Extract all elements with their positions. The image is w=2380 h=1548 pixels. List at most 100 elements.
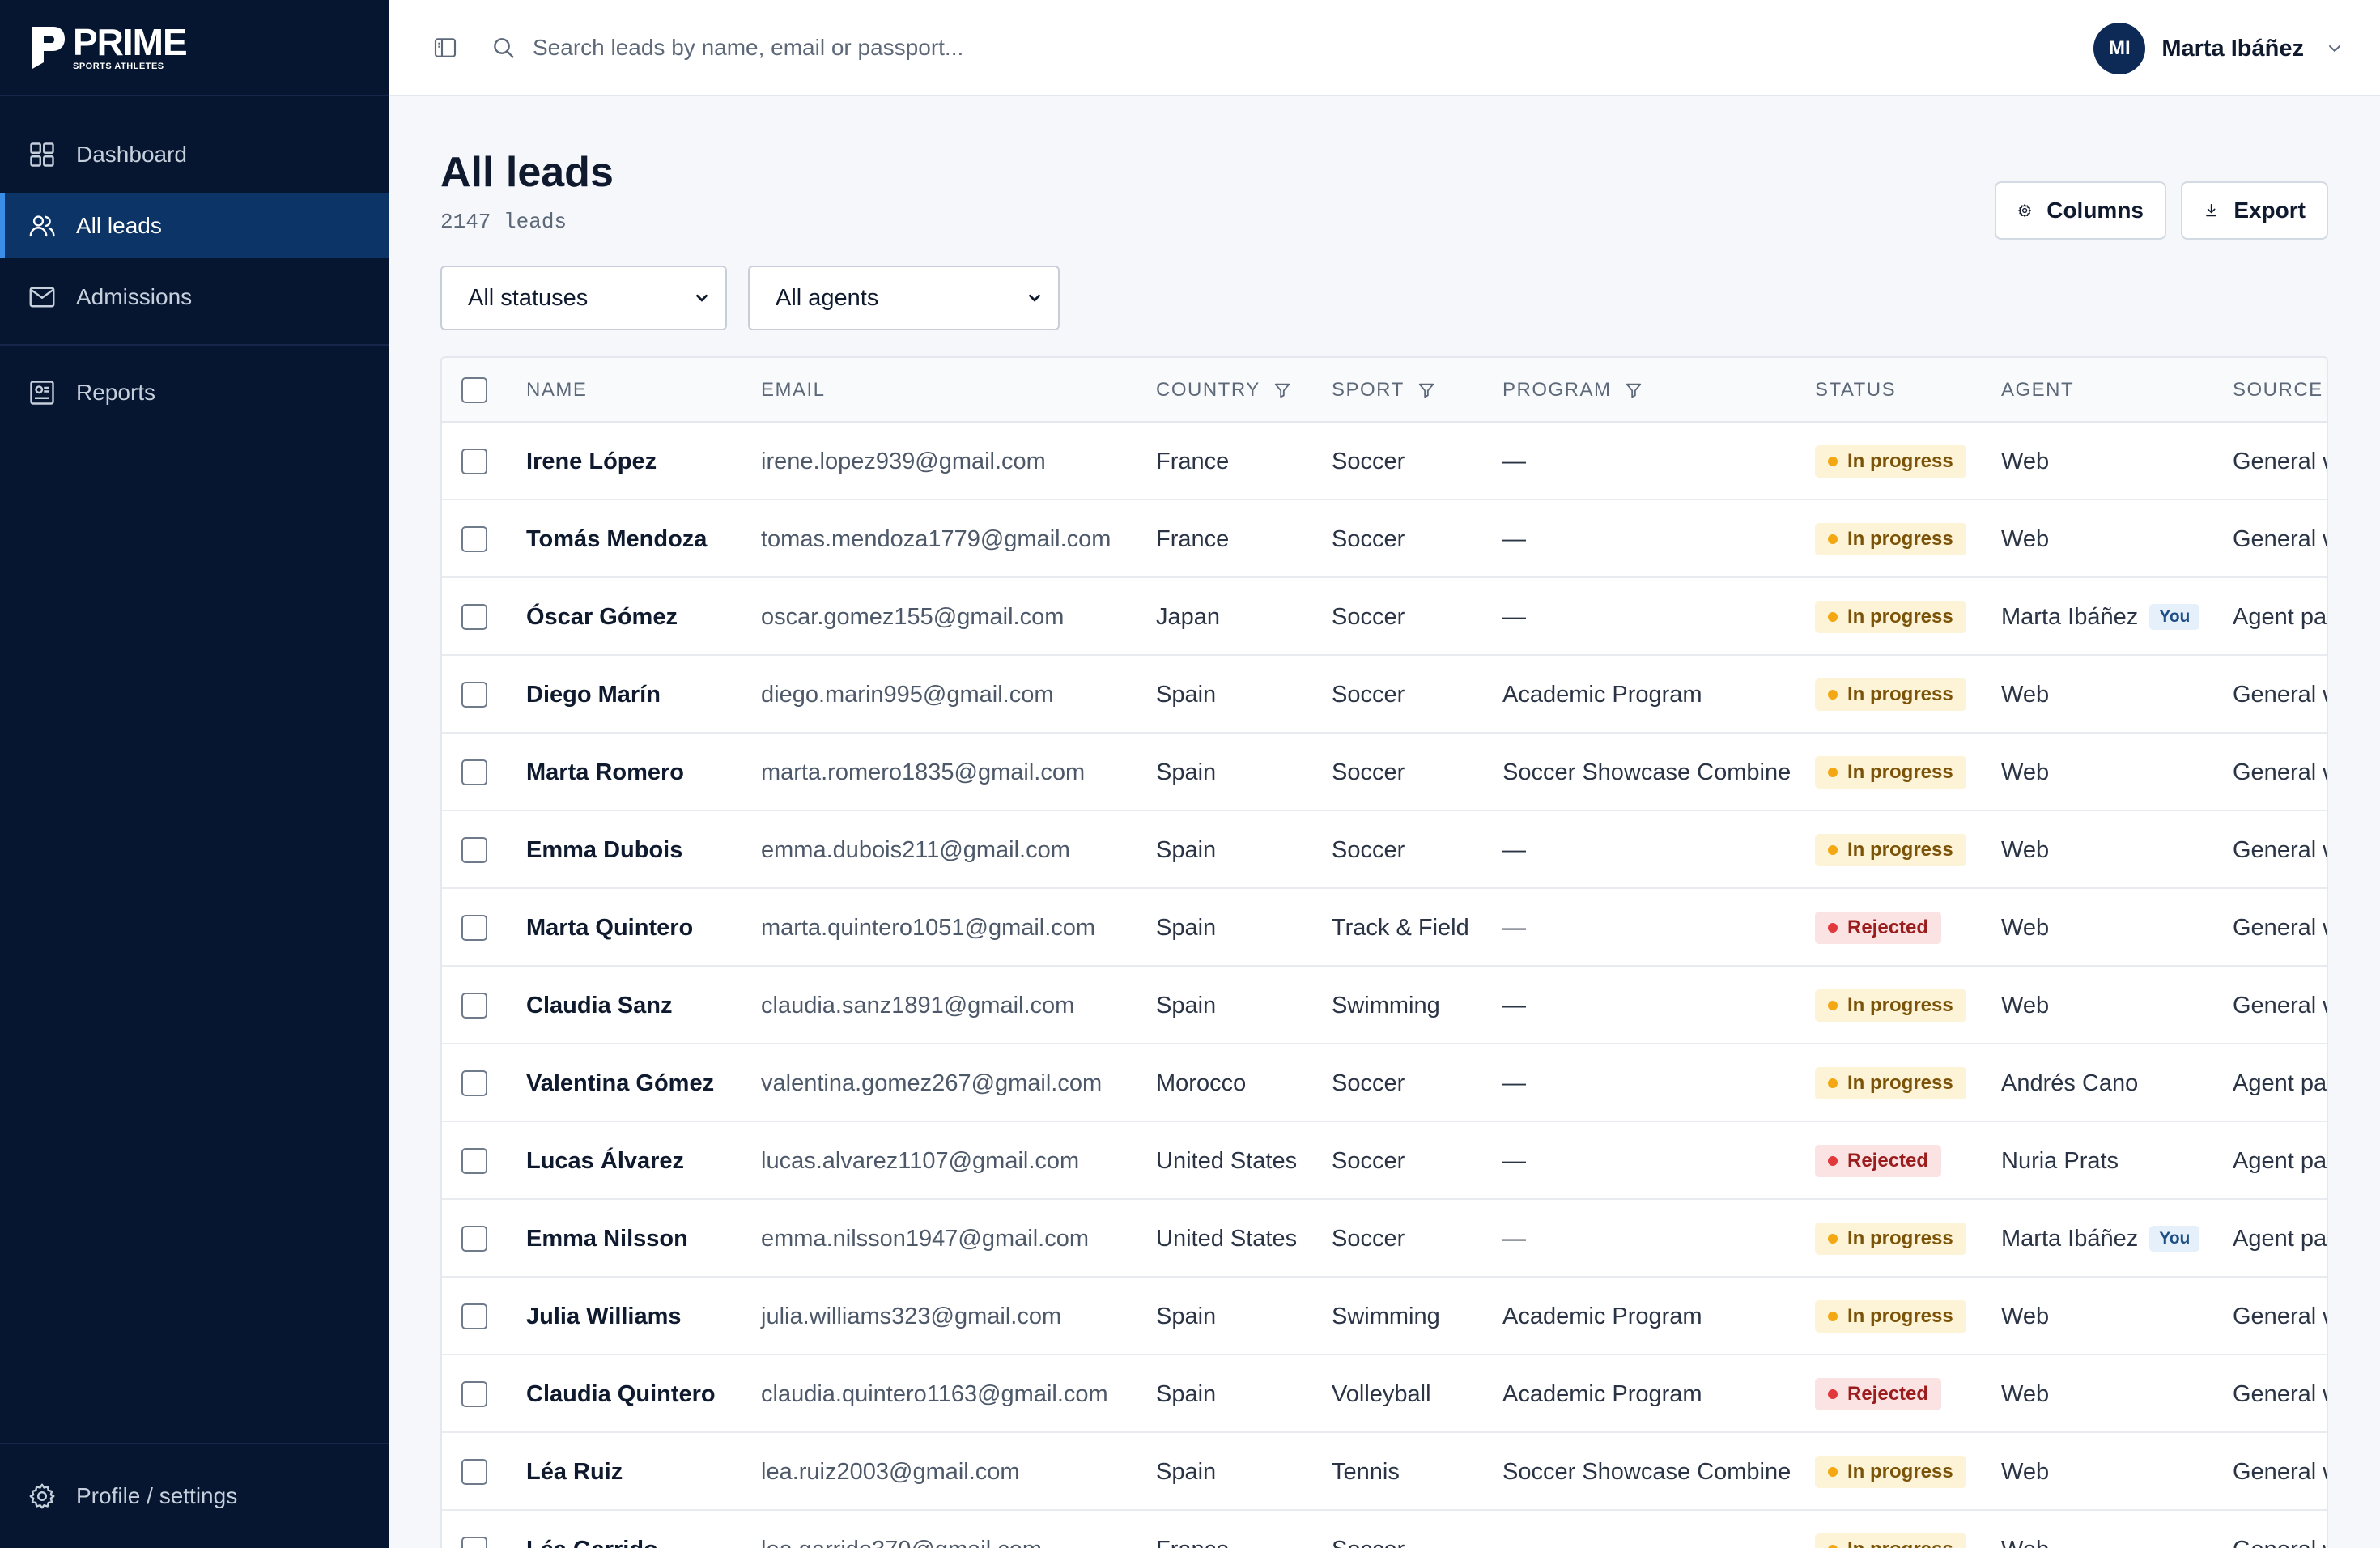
- header-source[interactable]: SOURCE: [2233, 358, 2323, 423]
- lead-status: In progress: [1815, 500, 1966, 578]
- lead-country: Spain: [1156, 1380, 1217, 1407]
- lead-country: Morocco: [1156, 1070, 1247, 1096]
- status-label: In progress: [1847, 761, 1953, 783]
- lead-source: General w: [2233, 836, 2327, 863]
- lead-email: diego.marin995@gmail.com: [761, 681, 1054, 708]
- table-row[interactable]: Marta Quintero marta.quintero1051@gmail.c…: [442, 889, 2327, 967]
- lead-name[interactable]: Marta Romero: [526, 734, 684, 811]
- lead-program: —: [1502, 1511, 1526, 1548]
- search-input[interactable]: [533, 34, 1261, 61]
- lead-agent: Web: [2001, 1278, 2049, 1355]
- row-checkbox[interactable]: [461, 1303, 487, 1329]
- lead-program: —: [1502, 1225, 1526, 1252]
- lead-name[interactable]: Léa Ruiz: [526, 1433, 623, 1511]
- row-checkbox[interactable]: [461, 837, 487, 863]
- row-checkbox[interactable]: [461, 526, 487, 552]
- row-checkbox[interactable]: [461, 1148, 487, 1174]
- lead-name[interactable]: Irene López: [526, 423, 657, 500]
- header-agent[interactable]: AGENT: [2001, 358, 2074, 423]
- row-checkbox[interactable]: [461, 1459, 487, 1485]
- sidebar-item-label: Admissions: [76, 284, 193, 309]
- table-row[interactable]: Claudia Quintero claudia.quintero1163@gma…: [442, 1355, 2327, 1433]
- table-row[interactable]: Léa Ruiz lea.ruiz2003@gmail.com Spain Tenni…: [442, 1433, 2327, 1511]
- lead-name[interactable]: Claudia Quintero: [526, 1355, 716, 1433]
- header-program[interactable]: PROGRAM: [1502, 358, 1643, 423]
- row-checkbox[interactable]: [461, 1226, 487, 1252]
- lead-status: In progress: [1815, 1200, 1966, 1278]
- header-email[interactable]: EMAIL: [761, 358, 826, 423]
- sidebar-item-dashboard[interactable]: Dashboard: [0, 122, 389, 187]
- users-icon: [29, 215, 55, 237]
- status-badge: In progress: [1815, 1533, 1966, 1548]
- sidebar-item-admissions[interactable]: Admissions: [0, 265, 389, 330]
- agent-filter-select[interactable]: All agents: [748, 266, 1060, 330]
- lead-name[interactable]: Claudia Sanz: [526, 967, 673, 1044]
- row-checkbox[interactable]: [461, 604, 487, 630]
- row-checkbox[interactable]: [461, 915, 487, 941]
- export-label: Export: [2233, 198, 2306, 223]
- table-row[interactable]: Diego Marín diego.marin995@gmail.com Spain…: [442, 656, 2327, 734]
- table-row[interactable]: Emma Nilsson emma.nilsson1947@gmail.com Un…: [442, 1200, 2327, 1278]
- header-status[interactable]: STATUS: [1815, 358, 1896, 423]
- row-checkbox[interactable]: [461, 449, 487, 474]
- row-checkbox[interactable]: [461, 1070, 487, 1096]
- lead-name[interactable]: Tomás Mendoza: [526, 500, 707, 578]
- table-row[interactable]: Julia Williams julia.williams323@gmail.co…: [442, 1278, 2327, 1355]
- columns-button[interactable]: Columns: [1995, 181, 2166, 240]
- lead-name[interactable]: Emma Nilsson: [526, 1200, 688, 1278]
- lead-program: —: [1502, 992, 1526, 1019]
- lead-program: Soccer Showcase Combine: [1502, 1458, 1791, 1485]
- profile-settings-link[interactable]: Profile / settings: [0, 1443, 389, 1548]
- row-checkbox[interactable]: [461, 1381, 487, 1407]
- lead-name[interactable]: Marta Quintero: [526, 889, 693, 967]
- lead-name[interactable]: Léa Garrido: [526, 1511, 658, 1548]
- status-filter-select[interactable]: All statuses: [440, 266, 727, 330]
- filter-icon[interactable]: [1417, 381, 1435, 399]
- row-checkbox-cell: [461, 1122, 487, 1200]
- table-row[interactable]: Claudia Sanz claudia.sanz1891@gmail.com Sp…: [442, 967, 2327, 1044]
- status-badge: In progress: [1815, 756, 1966, 789]
- lead-email: lea.garrido370@gmail.com: [761, 1511, 1042, 1548]
- user-menu[interactable]: MI Marta Ibáñez: [2093, 23, 2344, 74]
- select-all-checkbox[interactable]: [461, 377, 487, 403]
- table-row[interactable]: Valentina Gómez valentina.gomez267@gmail.…: [442, 1044, 2327, 1122]
- status-badge: In progress: [1815, 445, 1966, 478]
- lead-country: Spain: [1156, 681, 1217, 708]
- export-button[interactable]: Export: [2181, 181, 2328, 240]
- header-sport[interactable]: SPORT: [1332, 358, 1435, 423]
- lead-name[interactable]: Valentina Gómez: [526, 1044, 714, 1122]
- lead-name[interactable]: Emma Dubois: [526, 811, 682, 889]
- sidebar-nav: Dashboard All leads Admissions Reports: [0, 96, 389, 425]
- row-checkbox[interactable]: [461, 759, 487, 785]
- table-row[interactable]: Marta Romero marta.romero1835@gmail.com Sp…: [442, 734, 2327, 811]
- filter-icon[interactable]: [1273, 381, 1291, 399]
- table-row[interactable]: Lucas Álvarez lucas.alvarez1107@gmail.com…: [442, 1122, 2327, 1200]
- row-checkbox[interactable]: [461, 1537, 487, 1548]
- header-label: EMAIL: [761, 379, 826, 401]
- lead-agent: Web: [2001, 889, 2049, 967]
- lead-name[interactable]: Diego Marín: [526, 656, 661, 734]
- header-country[interactable]: COUNTRY: [1156, 358, 1291, 423]
- lead-email: emma.nilsson1947@gmail.com: [761, 1225, 1089, 1252]
- table-row[interactable]: Tomás Mendoza tomas.mendoza1779@gmail.com…: [442, 500, 2327, 578]
- table-row[interactable]: Irene López irene.lopez939@gmail.com Franc…: [442, 423, 2327, 500]
- row-checkbox-cell: [461, 734, 487, 811]
- leads-table: NAME EMAIL COUNTRY SPORT PROGRAM STATUS …: [440, 356, 2328, 1548]
- table-row[interactable]: Óscar Gómez oscar.gomez155@gmail.com Japan…: [442, 578, 2327, 656]
- row-checkbox[interactable]: [461, 993, 487, 1019]
- filter-icon[interactable]: [1625, 381, 1643, 399]
- sidebar-item-reports[interactable]: Reports: [0, 360, 389, 425]
- brand-logo[interactable]: PRIME SPORTS ATHLETES: [0, 0, 389, 96]
- lead-name[interactable]: Julia Williams: [526, 1278, 682, 1355]
- sidebar-toggle-button[interactable]: [429, 32, 461, 64]
- lead-program: —: [1502, 603, 1526, 630]
- lead-email: lucas.alvarez1107@gmail.com: [761, 1147, 1080, 1174]
- table-row[interactable]: Emma Dubois emma.dubois211@gmail.com Spain…: [442, 811, 2327, 889]
- header-name[interactable]: NAME: [526, 358, 587, 423]
- table-row[interactable]: Léa Garrido lea.garrido370@gmail.com Franc…: [442, 1511, 2327, 1548]
- lead-name[interactable]: Lucas Álvarez: [526, 1122, 684, 1200]
- lead-name[interactable]: Óscar Gómez: [526, 578, 678, 656]
- row-checkbox-cell: [461, 1355, 487, 1433]
- sidebar-item-all-leads[interactable]: All leads: [0, 194, 389, 258]
- row-checkbox[interactable]: [461, 682, 487, 708]
